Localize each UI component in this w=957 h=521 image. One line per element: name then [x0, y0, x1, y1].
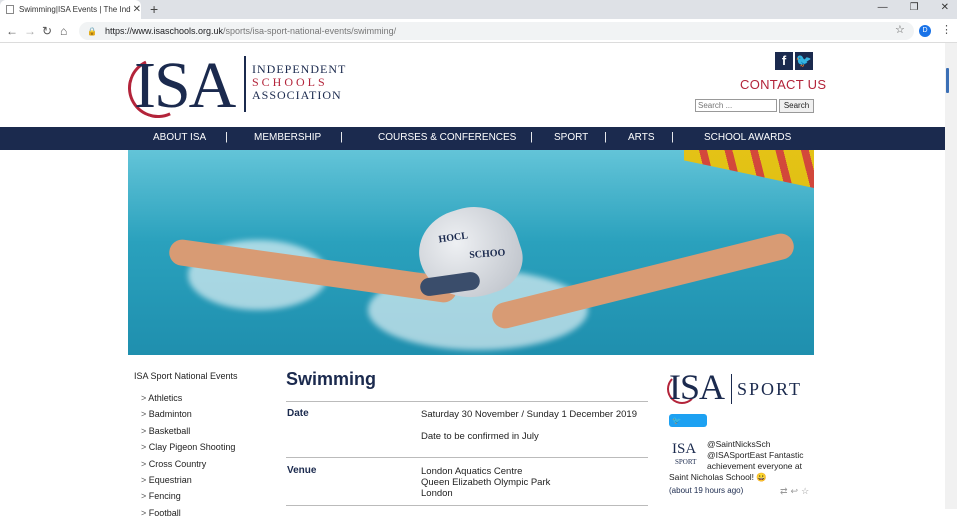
- nav-separator: |: [530, 131, 533, 143]
- url-host: https://www.isaschools.org.uk: [104, 26, 224, 36]
- sport-logo-text: SPORT: [737, 379, 802, 399]
- minimize-icon[interactable]: —: [878, 2, 888, 13]
- page-scrollbar[interactable]: [945, 43, 957, 509]
- profile-avatar[interactable]: D: [919, 25, 931, 37]
- follow-label: Follow: [672, 429, 696, 438]
- close-tab-icon[interactable]: ✕: [133, 4, 141, 15]
- logo-wordmark: INDEPENDENT SCHOOLS ASSOCIATION: [252, 63, 346, 102]
- back-icon[interactable]: ←: [6, 24, 18, 38]
- favorite-star-icon[interactable]: ☆: [801, 486, 812, 496]
- contact-us-link[interactable]: CONTACT US: [740, 77, 826, 92]
- browser-toolbar: ← → ↻ ⌂ 🔒 https://www.isaschools.org.uk /…: [0, 19, 957, 43]
- cap-text: SCHOO: [468, 247, 506, 261]
- isa-logo[interactable]: ISA INDEPENDENT SCHOOLS ASSOCIATION: [119, 49, 358, 127]
- nav-separator: |: [604, 131, 607, 143]
- lock-icon: 🔒: [87, 26, 97, 36]
- tweet-text: @SaintNicksSch @ISASportEast Fantastic a…: [669, 439, 815, 483]
- page-icon: [6, 5, 14, 14]
- divider: [286, 401, 648, 402]
- browser-tab-strip: Swimming|ISA Events | The Indep ✕ + — ❐ …: [0, 0, 957, 19]
- sidebar-item-athletics[interactable]: Athletics: [141, 390, 235, 406]
- search-button[interactable]: Search: [779, 99, 814, 113]
- page-title: Swimming: [286, 369, 377, 389]
- nav-separator: |: [340, 131, 343, 143]
- address-bar[interactable]: 🔒 https://www.isaschools.org.uk/sports/i…: [79, 22, 914, 40]
- nav-school-awards[interactable]: SCHOOL AWARDS: [704, 132, 791, 143]
- restore-icon[interactable]: ❐: [910, 2, 919, 13]
- sidebar-item-equestrian[interactable]: Equestrian: [141, 472, 235, 488]
- facebook-icon[interactable]: f: [775, 52, 793, 70]
- new-tab-button[interactable]: +: [150, 1, 158, 17]
- venue-line-1: London Aquatics Centre: [421, 466, 523, 477]
- nav-about-isa[interactable]: ABOUT ISA: [153, 132, 206, 143]
- venue-line-3: London: [421, 488, 453, 499]
- bookmark-star-icon[interactable]: ☆: [895, 23, 905, 36]
- sidebar-item-badminton[interactable]: Badminton: [141, 406, 235, 422]
- url-path: /sports/isa-sport-national-events/swimmi…: [223, 26, 397, 36]
- main-navigation: ABOUT ISA | MEMBERSHIP | COURSES & CONFE…: [0, 127, 945, 150]
- logo-divider: [244, 56, 246, 112]
- nav-separator: |: [225, 131, 228, 143]
- cap-text: HOCL: [437, 230, 469, 246]
- social-links: f 🐦: [775, 52, 813, 70]
- tab-title: Swimming|ISA Events | The Indep: [18, 5, 131, 14]
- tweet-mention[interactable]: @SaintNicksSch: [669, 439, 815, 450]
- window-controls: — ❐ ✕: [878, 2, 949, 13]
- divider: [286, 505, 648, 506]
- twitter-bird-icon: 🐦: [672, 416, 682, 425]
- scrollbar-thumb[interactable]: [946, 68, 949, 93]
- lane-rope: [684, 150, 814, 188]
- sidebar-item-football[interactable]: Football: [141, 505, 235, 521]
- twitter-icon[interactable]: 🐦: [795, 52, 813, 70]
- close-window-icon[interactable]: ✕: [941, 2, 949, 13]
- sport-events-list: Athletics Badminton Basketball Clay Pige…: [141, 390, 235, 521]
- sport-logo-letters: ISA: [669, 367, 725, 407]
- logo-letters: ISA: [134, 49, 236, 122]
- sidebar-item-cross-country[interactable]: Cross Country: [141, 456, 235, 472]
- logo-line-association: ASSOCIATION: [252, 88, 342, 102]
- sidebar-item-fencing[interactable]: Fencing: [141, 488, 235, 504]
- menu-kebab-icon[interactable]: ⋮: [941, 23, 952, 36]
- sport-logo-divider: [731, 374, 732, 404]
- forward-icon[interactable]: →: [24, 24, 36, 38]
- venue-line-2: Queen Elizabeth Olympic Park: [421, 477, 551, 488]
- nav-courses-conferences[interactable]: COURSES & CONFERENCES: [378, 132, 516, 143]
- date-value: Saturday 30 November / Sunday 1 December…: [421, 409, 637, 420]
- browser-tab[interactable]: Swimming|ISA Events | The Indep ✕: [0, 0, 141, 19]
- tweet-actions: ⇄↩☆: [780, 486, 812, 497]
- tweet-timestamp[interactable]: (about 19 hours ago): [669, 486, 743, 495]
- hero-swimmer-image: HOCL SCHOO: [128, 150, 814, 355]
- date-note: Date to be confirmed in July: [421, 431, 539, 442]
- reload-icon[interactable]: ↻: [42, 24, 52, 38]
- venue-label: Venue: [287, 465, 317, 476]
- tweet-line: Saint Nicholas School! 😀: [669, 472, 767, 482]
- retweet-icon[interactable]: ⇄: [780, 486, 791, 496]
- nav-membership[interactable]: MEMBERSHIP: [254, 132, 321, 143]
- tweet-line: achievement everyone at: [707, 461, 802, 471]
- twitter-follow-button[interactable]: 🐦 Follow: [669, 414, 707, 438]
- home-icon[interactable]: ⌂: [60, 24, 67, 38]
- nav-arts[interactable]: ARTS: [628, 132, 655, 143]
- date-label: Date: [287, 408, 309, 419]
- sidebar-title[interactable]: ISA Sport National Events: [134, 371, 238, 381]
- sidebar-item-basketball[interactable]: Basketball: [141, 423, 235, 439]
- sidebar-item-clay-pigeon-shooting[interactable]: Clay Pigeon Shooting: [141, 439, 236, 455]
- isa-sport-logo[interactable]: ISA SPORT: [667, 367, 819, 408]
- divider: [286, 457, 648, 458]
- search-input[interactable]: [695, 99, 777, 112]
- nav-sport[interactable]: SPORT: [554, 132, 588, 143]
- reply-icon[interactable]: ↩: [791, 486, 802, 496]
- nav-separator: |: [671, 131, 674, 143]
- tweet-line: @ISASportEast Fantastic: [707, 450, 804, 460]
